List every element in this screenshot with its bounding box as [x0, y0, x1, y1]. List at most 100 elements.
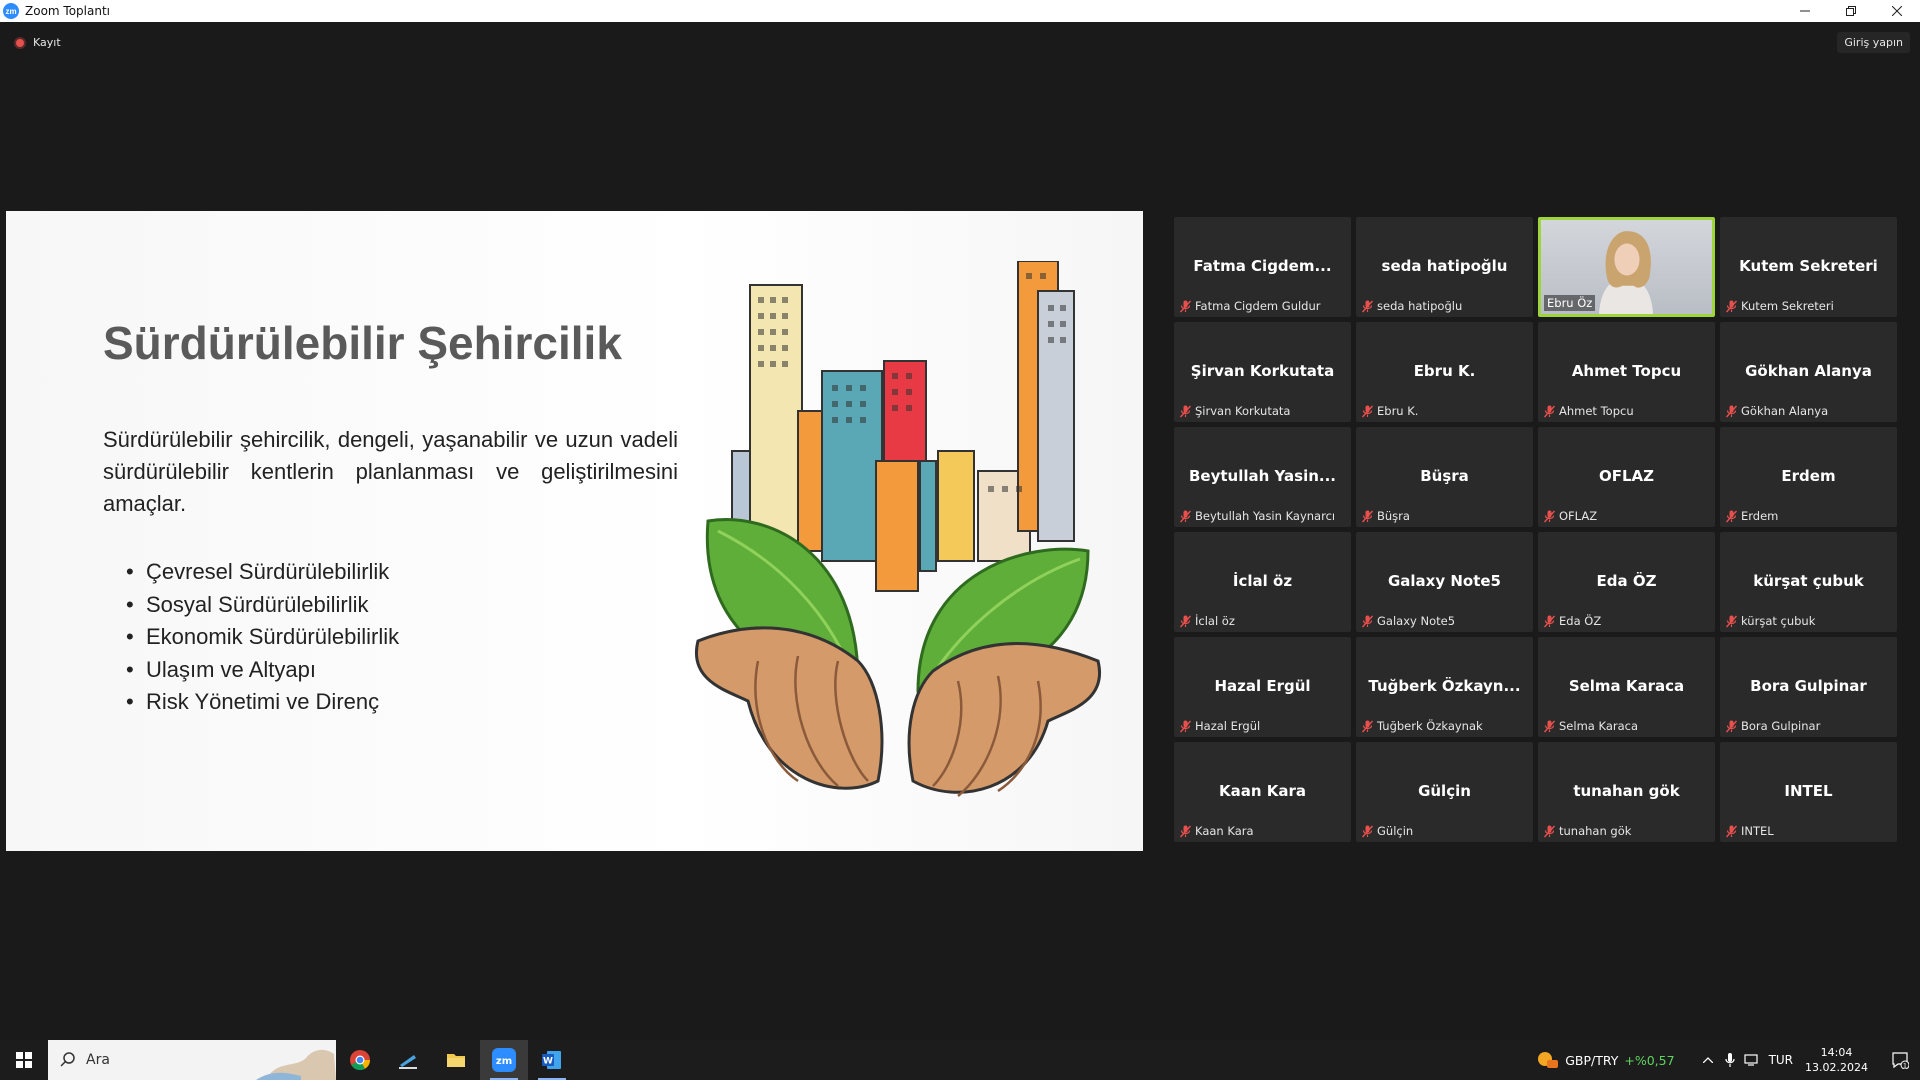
- signin-button[interactable]: Giriş yapın: [1837, 32, 1910, 53]
- zoom-icon: zm: [492, 1048, 516, 1072]
- muted-mic-icon: [1544, 720, 1555, 732]
- muted-mic-icon: [1362, 510, 1373, 522]
- muted-mic-icon: [1544, 825, 1555, 837]
- start-button[interactable]: [0, 1040, 48, 1080]
- participant-tile[interactable]: seda hatipoğlu seda hatipoğlu: [1356, 217, 1533, 317]
- participant-tile[interactable]: Kaan Kara Kaan Kara: [1174, 742, 1351, 842]
- participant-tile[interactable]: Ebru K. Ebru K.: [1356, 322, 1533, 422]
- taskbar-word[interactable]: W: [528, 1040, 576, 1080]
- notification-center-button[interactable]: 1: [1880, 1040, 1920, 1080]
- participant-name-label: Kutem Sekreteri: [1726, 299, 1834, 313]
- participant-tile[interactable]: Fatma Cigdem... Fatma Cigdem Guldur: [1174, 217, 1351, 317]
- slide-title: Sürdürülebilir Şehircilik: [103, 317, 622, 369]
- participant-tile[interactable]: Gülçin Gülçin: [1356, 742, 1533, 842]
- participant-name-label: Erdem: [1726, 509, 1778, 523]
- participant-display-name: tunahan gök: [1573, 782, 1680, 800]
- participant-tile[interactable]: Şirvan Korkutata Şirvan Korkutata: [1174, 322, 1351, 422]
- minimize-button[interactable]: [1782, 0, 1828, 22]
- taskbar-chrome[interactable]: [336, 1040, 384, 1080]
- participant-tile[interactable]: Tuğberk Özkayn... Tuğberk Özkaynak: [1356, 637, 1533, 737]
- participant-name-label: Hazal Ergül: [1180, 719, 1260, 733]
- muted-mic-icon: [1180, 615, 1191, 627]
- window-title: Zoom Toplantı: [25, 4, 110, 18]
- participant-name: İclal öz: [1195, 614, 1235, 628]
- participant-tile[interactable]: Gökhan Alanya Gökhan Alanya: [1720, 322, 1897, 422]
- participant-name-label: tunahan gök: [1544, 824, 1631, 838]
- taskbar-clock[interactable]: 14:04 13.02.2024: [1805, 1045, 1868, 1075]
- participant-name: Hazal Ergül: [1195, 719, 1261, 733]
- participant-name: Ebru K.: [1377, 404, 1419, 418]
- word-icon: W: [542, 1051, 561, 1069]
- restore-button[interactable]: [1828, 0, 1874, 22]
- participant-name-label: Kaan Kara: [1180, 824, 1254, 838]
- microphone-icon: [1724, 1053, 1735, 1067]
- participant-tile[interactable]: Galaxy Note5 Galaxy Note5: [1356, 532, 1533, 632]
- network-tray-button[interactable]: [1741, 1040, 1763, 1080]
- participant-name: Kaan Kara: [1195, 824, 1254, 838]
- muted-mic-icon: [1180, 300, 1191, 312]
- participant-tile[interactable]: Kutem Sekreteri Kutem Sekreteri: [1720, 217, 1897, 317]
- muted-mic-icon: [1544, 615, 1555, 627]
- input-language[interactable]: TUR: [1769, 1053, 1793, 1067]
- participant-name: Fatma Cigdem Guldur: [1195, 299, 1321, 313]
- muted-mic-icon: [1726, 300, 1737, 312]
- participant-tile[interactable]: kürşat çubuk kürşat çubuk: [1720, 532, 1897, 632]
- participant-tile[interactable]: Selma Karaca Selma Karaca: [1538, 637, 1715, 737]
- participant-name: Kutem Sekreteri: [1741, 299, 1834, 313]
- taskbar-zoom[interactable]: zm: [480, 1040, 528, 1080]
- participant-tile[interactable]: Hazal Ergül Hazal Ergül: [1174, 637, 1351, 737]
- participant-name: Büşra: [1377, 509, 1410, 523]
- muted-mic-icon: [1726, 405, 1737, 417]
- participant-tile[interactable]: Erdem Erdem: [1720, 427, 1897, 527]
- muted-mic-icon: [1544, 405, 1555, 417]
- participant-name-label: Ebru K.: [1362, 404, 1418, 418]
- participant-tile[interactable]: OFLAZ OFLAZ: [1538, 427, 1715, 527]
- chevron-up-icon: [1702, 1057, 1713, 1063]
- slide-bullet-list: • Çevresel Sürdürülebilirlik • Sosyal Sürd…: [126, 556, 399, 719]
- microphone-tray-button[interactable]: [1719, 1040, 1741, 1080]
- search-placeholder: Ara: [86, 1052, 110, 1068]
- participant-tile[interactable]: Büşra Büşra: [1356, 427, 1533, 527]
- participant-tile[interactable]: Bora Gulpinar Bora Gulpinar: [1720, 637, 1897, 737]
- participant-name-label: Beytullah Yasin Kaynarcı: [1180, 509, 1335, 523]
- participant-name-label: Bora Gulpinar: [1726, 719, 1820, 733]
- participant-name-label: Tuğberk Özkaynak: [1362, 719, 1483, 733]
- taskbar-file-explorer[interactable]: [432, 1040, 480, 1080]
- participant-name: Galaxy Note5: [1377, 614, 1456, 628]
- participant-tile[interactable]: INTEL INTEL: [1720, 742, 1897, 842]
- currency-widget[interactable]: GBP/TRY +%0,57: [1537, 1051, 1675, 1069]
- participant-display-name: Fatma Cigdem...: [1193, 257, 1332, 275]
- taskbar-search[interactable]: Ara: [48, 1040, 336, 1080]
- restore-icon: [1846, 6, 1856, 16]
- tray-overflow-button[interactable]: [1697, 1040, 1719, 1080]
- participant-name: Tuğberk Özkaynak: [1377, 719, 1483, 733]
- participant-tile[interactable]: İclal öz İclal öz: [1174, 532, 1351, 632]
- muted-mic-icon: [1726, 510, 1737, 522]
- participant-tile[interactable]: Ahmet Topcu Ahmet Topcu: [1538, 322, 1715, 422]
- clock-time: 14:04: [1820, 1046, 1853, 1059]
- taskbar-app-2[interactable]: [384, 1040, 432, 1080]
- participant-name: Ahmet Topcu: [1559, 404, 1634, 418]
- participant-name: Gülçin: [1377, 824, 1414, 838]
- participant-tile[interactable]: Ebru Öz: [1538, 217, 1715, 317]
- currency-chart-icon: [1538, 1052, 1559, 1068]
- participant-display-name: İclal öz: [1232, 572, 1293, 590]
- participant-display-name: Gülçin: [1418, 782, 1471, 800]
- participant-name: tunahan gök: [1559, 824, 1632, 838]
- participant-name-label: Gülçin: [1362, 824, 1413, 838]
- slide-description: Sürdürülebilir şehircilik, dengeli, yaşa…: [103, 427, 678, 516]
- recording-indicator[interactable]: Kayıt: [14, 36, 61, 49]
- participant-display-name: Selma Karaca: [1568, 677, 1685, 695]
- participant-display-name: Ahmet Topcu: [1571, 362, 1682, 380]
- participant-name: Gökhan Alanya: [1741, 404, 1829, 418]
- zoom-app-icon: zm: [3, 3, 19, 19]
- participant-tile[interactable]: Beytullah Yasin... Beytullah Yasin Kaynar…: [1174, 427, 1351, 527]
- participant-display-name: Galaxy Note5: [1387, 572, 1501, 590]
- close-button[interactable]: [1874, 0, 1920, 22]
- participant-display-name: Kutem Sekreteri: [1739, 257, 1878, 275]
- participant-tile[interactable]: tunahan gök tunahan gök: [1538, 742, 1715, 842]
- participant-display-name: Beytullah Yasin...: [1189, 467, 1336, 485]
- system-tray: GBP/TRY +%0,57 TUR 14:04 13.02.2024 1: [1537, 1040, 1920, 1080]
- participant-tile[interactable]: Eda ÖZ Eda ÖZ: [1538, 532, 1715, 632]
- windows-logo-icon: [16, 1052, 32, 1068]
